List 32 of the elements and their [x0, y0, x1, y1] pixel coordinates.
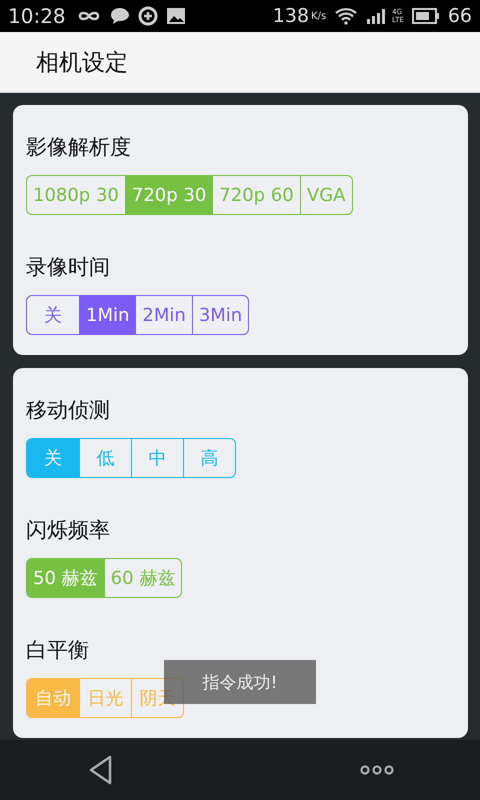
segment-option[interactable]: 60 赫兹: [104, 559, 182, 597]
battery-icon: [412, 8, 440, 24]
network-speed: 138: [272, 5, 310, 27]
chat-icon: [110, 7, 130, 25]
segment-option[interactable]: 中: [131, 439, 183, 477]
setting-label: 白平衡: [26, 637, 89, 664]
setting-label: 影像解析度: [26, 134, 131, 161]
segment-option[interactable]: 720p 30: [124, 176, 212, 214]
wifi-icon: [334, 7, 358, 25]
segment-option[interactable]: 低: [79, 439, 131, 477]
back-icon[interactable]: [88, 755, 114, 785]
setting-label: 录像时间: [26, 254, 110, 281]
setting-label: 闪烁频率: [26, 517, 110, 544]
speed-unit: K/s: [311, 10, 326, 22]
clock: 10:28: [8, 4, 66, 28]
segment-option[interactable]: 关: [27, 439, 79, 477]
segment-option[interactable]: 50 赫兹: [27, 559, 104, 597]
segment-option[interactable]: 日光: [79, 679, 131, 717]
setting-label: 移动侦测: [26, 397, 110, 424]
battery-percent: 66: [448, 5, 472, 27]
segment-option[interactable]: 关: [27, 296, 79, 334]
segment-option[interactable]: 自动: [27, 679, 79, 717]
page-title: 相机设定: [36, 48, 128, 78]
segment-option[interactable]: 3Min: [192, 296, 248, 334]
segment-option[interactable]: VGA: [300, 176, 352, 214]
segment-option[interactable]: 1Min: [79, 296, 136, 334]
segment-option[interactable]: 2Min: [135, 296, 192, 334]
segment-option[interactable]: 720p 60: [212, 176, 300, 214]
image-icon: [166, 7, 186, 25]
more-icon[interactable]: [360, 765, 394, 775]
segment-option[interactable]: 1080p 30: [27, 176, 125, 214]
segment-option[interactable]: 高: [183, 439, 235, 477]
